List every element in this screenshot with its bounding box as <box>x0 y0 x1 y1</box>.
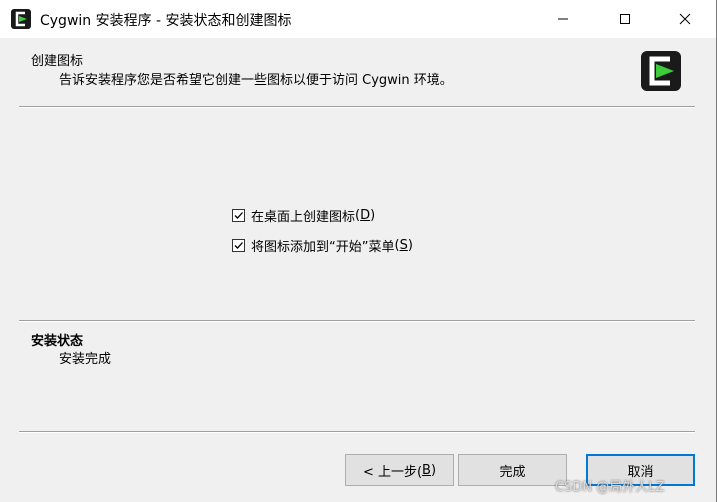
header-divider <box>19 106 695 108</box>
close-button[interactable] <box>658 0 712 38</box>
finish-button[interactable]: 完成 <box>458 454 567 486</box>
desktop-icon-accel: D <box>360 208 371 223</box>
installer-window: Cygwin 安装程序 - 安装状态和创建图标 创建图标 告诉安装程序您是否希望… <box>0 0 717 502</box>
maximize-button[interactable] <box>598 0 652 38</box>
back-button[interactable]: < 上一步(B) <box>345 454 454 486</box>
cygwin-logo-icon <box>10 8 32 30</box>
checkmark-icon <box>234 242 243 249</box>
start-menu-checkbox[interactable] <box>232 239 245 252</box>
start-menu-accel-close: ) <box>407 238 413 253</box>
cygwin-logo-icon <box>640 50 682 92</box>
desktop-icon-option[interactable]: 在桌面上创建图标(D) <box>232 206 375 225</box>
minimize-icon <box>558 18 568 20</box>
back-button-label-end: ) <box>430 462 437 478</box>
start-menu-option[interactable]: 将图标添加到“开始”菜单(S) <box>232 236 413 255</box>
status-title: 安装状态 <box>31 334 84 349</box>
page-header: 创建图标 告诉安装程序您是否希望它创建一些图标以便于访问 Cygwin 环境。 <box>0 38 716 108</box>
status-text: 安装完成 <box>59 352 112 367</box>
status-divider <box>19 320 695 322</box>
desktop-icon-accel-close: ) <box>370 208 376 223</box>
footer-divider <box>19 431 695 433</box>
finish-button-label: 完成 <box>499 464 526 480</box>
checkmark-icon <box>234 212 243 219</box>
window-title: Cygwin 安装程序 - 安装状态和创建图标 <box>40 13 292 29</box>
desktop-icon-checkbox[interactable] <box>232 209 245 222</box>
desktop-icon-label: 在桌面上创建图标 <box>251 210 356 225</box>
page-description: 告诉安装程序您是否希望它创建一些图标以便于访问 Cygwin 环境。 <box>59 73 453 88</box>
maximize-icon <box>620 14 630 24</box>
minimize-button[interactable] <box>536 0 590 38</box>
watermark: CSDN @局外人LZ <box>555 480 665 495</box>
back-button-label: < 上一步( <box>362 464 423 480</box>
start-menu-label: 将图标添加到“开始”菜单 <box>251 240 395 255</box>
close-icon <box>679 13 691 25</box>
title-bar[interactable]: Cygwin 安装程序 - 安装状态和创建图标 <box>0 0 716 38</box>
back-button-accel: B <box>422 462 431 478</box>
start-menu-accel: S <box>399 238 408 253</box>
page-title: 创建图标 <box>31 54 84 69</box>
